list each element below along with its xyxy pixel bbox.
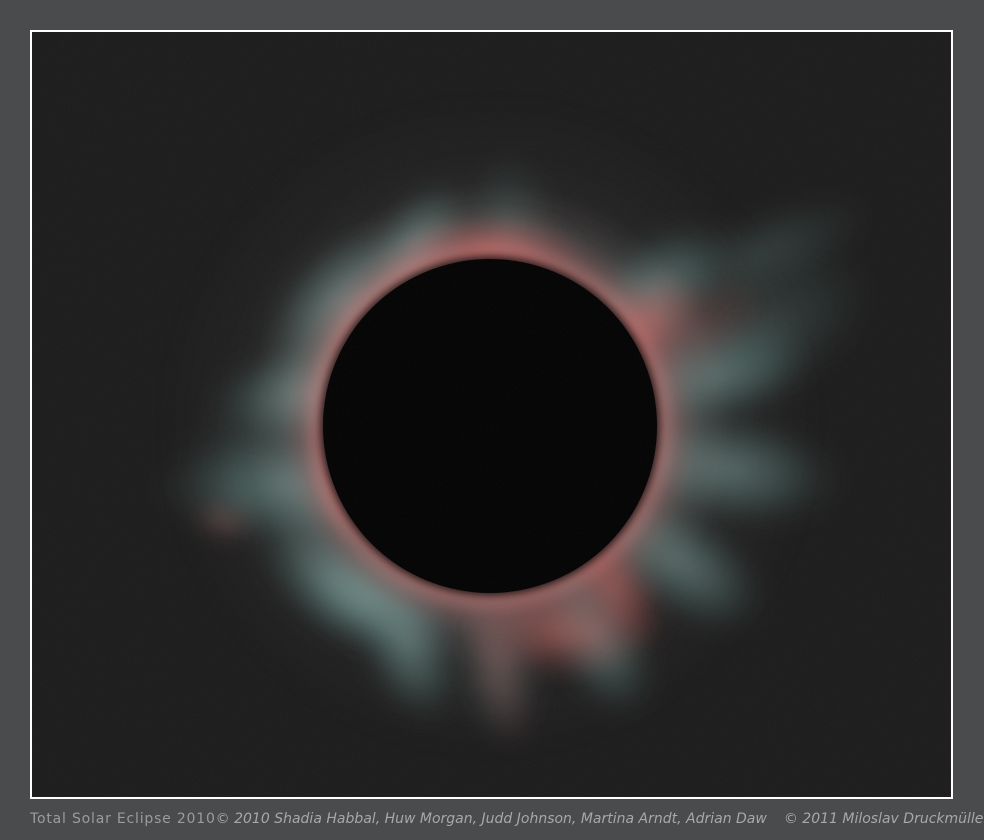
- credit-2011: © 2011 Miloslav Druckmüller: [783, 811, 984, 827]
- caption-bar: Total Solar Eclipse 2010 © 2010 Shadia H…: [30, 800, 984, 838]
- eclipse-page: Total Solar Eclipse 2010 © 2010 Shadia H…: [0, 0, 984, 840]
- grain-overlay: [32, 32, 951, 797]
- photo-title: Total Solar Eclipse 2010: [30, 811, 216, 827]
- eclipse-photo: [30, 30, 953, 799]
- photo-credits: © 2010 Shadia Habbal, Huw Morgan, Judd J…: [216, 811, 984, 827]
- credit-2010: © 2010 Shadia Habbal, Huw Morgan, Judd J…: [215, 811, 767, 827]
